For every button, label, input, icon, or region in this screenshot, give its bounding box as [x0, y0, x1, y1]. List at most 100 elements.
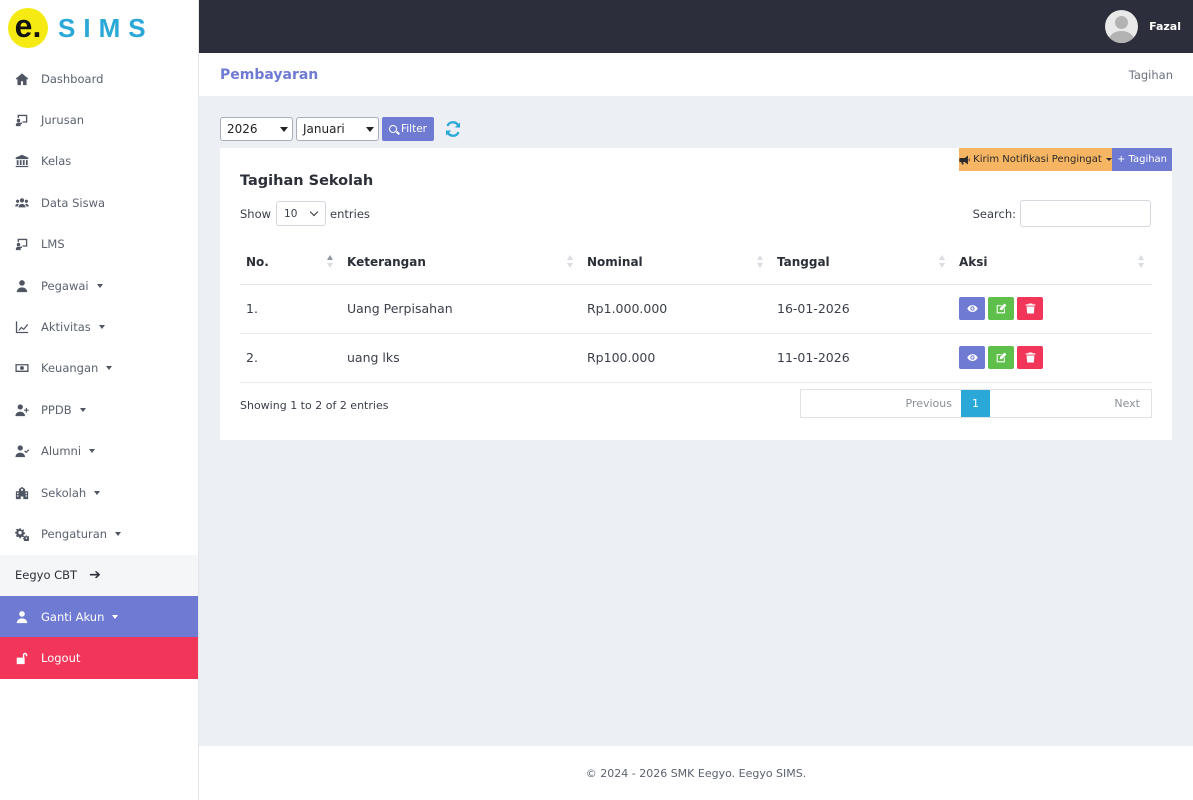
- sidebar-item-logout[interactable]: Logout: [0, 637, 198, 679]
- sidebar-item-keuangan[interactable]: Keuangan: [0, 348, 198, 389]
- column-header-label: Nominal: [587, 254, 643, 269]
- edit-button[interactable]: [988, 297, 1014, 320]
- cell-no: 1.: [240, 284, 341, 334]
- search-label: Search:: [972, 206, 1016, 221]
- cell-tanggal: 11-01-2026: [771, 333, 953, 383]
- month-select[interactable]: Januari: [296, 117, 379, 141]
- eye-icon: [966, 305, 978, 312]
- table-header-row: No. Keterangan Nominal Tanggal Aksi: [240, 240, 1152, 285]
- sidebar-item-label: Alumni: [41, 444, 82, 459]
- brand-logo[interactable]: e. SIMS: [0, 0, 198, 56]
- sidebar-item-eegyo-cbt[interactable]: Eegyo CBT ➔: [0, 554, 198, 597]
- edit-icon: [996, 303, 1006, 314]
- delete-button[interactable]: [1017, 346, 1043, 369]
- column-header-nominal[interactable]: Nominal: [581, 240, 771, 285]
- bullhorn-icon: [959, 155, 970, 164]
- sidebar-item-alumni[interactable]: Alumni: [0, 431, 198, 472]
- cell-nominal: Rp100.000: [581, 333, 771, 383]
- caret-down-icon: [106, 366, 113, 371]
- column-header-label: No.: [246, 254, 269, 269]
- chart-line-icon: [14, 320, 30, 334]
- caret-down-icon: [89, 449, 96, 454]
- tagihan-card: Kirim Notifikasi Pengingat + Tagihan Tag…: [220, 148, 1172, 440]
- row-actions: [959, 346, 1152, 369]
- page-length-value: 10: [284, 207, 298, 220]
- chevron-down-icon: [309, 207, 319, 217]
- user-name[interactable]: Fazal: [1149, 20, 1181, 33]
- sort-ascending-icon: [327, 255, 333, 269]
- sidebar-item-lms[interactable]: LMS: [0, 224, 198, 265]
- sidebar-item-aktivitas[interactable]: Aktivitas: [0, 306, 198, 347]
- filter-button[interactable]: Filter: [382, 117, 434, 141]
- tagihan-table: No. Keterangan Nominal Tanggal Aksi 1. U…: [240, 240, 1152, 383]
- page-length-select[interactable]: 10: [276, 201, 327, 226]
- filter-button-label: Filter: [400, 123, 427, 135]
- pagination-page-current[interactable]: 1: [961, 390, 990, 417]
- sort-icon: [567, 255, 573, 269]
- column-header-no[interactable]: No.: [240, 240, 341, 285]
- caret-down-icon: [79, 407, 86, 412]
- sidebar-item-label: Aktivitas: [41, 320, 91, 335]
- sidebar-item-pengaturan[interactable]: Pengaturan: [0, 513, 198, 554]
- cell-aksi: [953, 284, 1152, 334]
- caret-down-icon: [112, 614, 119, 619]
- unlock-icon: [14, 651, 30, 665]
- column-header-label: Tanggal: [777, 254, 830, 269]
- sidebar-item-dashboard[interactable]: Dashboard: [0, 58, 198, 99]
- sidebar-item-label: Data Siswa: [41, 195, 106, 210]
- caret-down-icon: [115, 531, 122, 536]
- entries-label: entries: [330, 206, 370, 221]
- sidebar-item-label: Logout: [41, 651, 81, 666]
- sidebar-item-label: Pengaturan: [41, 526, 108, 541]
- search-icon: [388, 125, 397, 133]
- cell-tanggal: 16-01-2026: [771, 284, 953, 334]
- caret-down-icon: [1105, 158, 1112, 161]
- column-header-aksi[interactable]: Aksi: [953, 240, 1152, 285]
- cell-no: 2.: [240, 333, 341, 383]
- footer: © 2024 - 2026 SMK Eegyo. Eegyo SIMS.: [199, 746, 1193, 800]
- table-row: 2. uang lks Rp100.000 11-01-2026: [240, 333, 1152, 383]
- user-icon: [14, 610, 30, 624]
- trash-icon: [1025, 352, 1035, 363]
- user-plus-icon: [14, 403, 30, 417]
- sync-icon[interactable]: [444, 120, 462, 138]
- send-reminder-button[interactable]: Kirim Notifikasi Pengingat: [959, 148, 1112, 171]
- column-header-keterangan[interactable]: Keterangan: [341, 240, 581, 285]
- chevron-down-icon: [280, 126, 288, 132]
- topbar: Fazal: [199, 0, 1193, 53]
- sidebar-item-ppdb[interactable]: PPDB: [0, 389, 198, 430]
- breadcrumb[interactable]: Tagihan: [1129, 68, 1173, 82]
- row-actions: [959, 297, 1152, 320]
- sidebar-item-kelas[interactable]: Kelas: [0, 141, 198, 182]
- view-button[interactable]: [959, 346, 985, 369]
- brand-name: SIMS: [58, 12, 154, 43]
- edit-button[interactable]: [988, 346, 1014, 369]
- sort-icon: [757, 255, 763, 269]
- page-title: Pembayaran: [220, 66, 319, 83]
- page-header: Pembayaran Tagihan: [199, 53, 1193, 96]
- delete-button[interactable]: [1017, 297, 1043, 320]
- add-tagihan-button[interactable]: + Tagihan: [1112, 148, 1172, 171]
- sidebar-item-label: Dashboard: [41, 71, 104, 86]
- search-input[interactable]: [1020, 200, 1151, 227]
- sidebar-item-label: LMS: [41, 237, 65, 252]
- sidebar-item-sekolah[interactable]: Sekolah: [0, 472, 198, 513]
- sidebar-item-ganti-akun[interactable]: Ganti Akun: [0, 596, 198, 638]
- users-icon: [14, 196, 30, 210]
- user-avatar[interactable]: [1105, 10, 1139, 43]
- table-info: Showing 1 to 2 of 2 entries: [240, 399, 389, 412]
- sidebar-item-pegawai[interactable]: Pegawai: [0, 265, 198, 306]
- sort-icon: [1138, 255, 1144, 269]
- year-select[interactable]: 2026: [220, 117, 293, 141]
- sidebar-item-label: Pegawai: [41, 278, 89, 293]
- view-button[interactable]: [959, 297, 985, 320]
- pagination-previous[interactable]: Previous: [801, 390, 961, 417]
- building-columns-icon: [14, 154, 30, 168]
- sidebar-item-data-siswa[interactable]: Data Siswa: [0, 182, 198, 223]
- card-title: Tagihan Sekolah: [240, 173, 374, 189]
- pagination-next[interactable]: Next: [990, 390, 1151, 417]
- sidebar-nav: Dashboard Jurusan Kelas Data Siswa LMS P…: [0, 58, 198, 679]
- column-header-label: Aksi: [959, 254, 988, 269]
- column-header-tanggal[interactable]: Tanggal: [771, 240, 953, 285]
- sidebar-item-jurusan[interactable]: Jurusan: [0, 99, 198, 140]
